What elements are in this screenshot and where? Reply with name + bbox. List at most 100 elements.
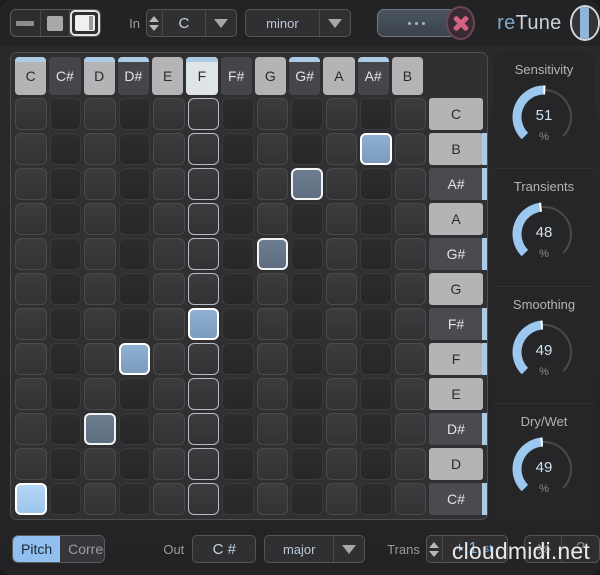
- column-header-Fsharp[interactable]: F#: [221, 57, 252, 95]
- grid-cell[interactable]: [291, 413, 323, 445]
- grid-cell[interactable]: [188, 203, 220, 235]
- grid-cell[interactable]: [257, 133, 289, 165]
- column-header-C[interactable]: C: [15, 57, 46, 95]
- grid-cell[interactable]: [326, 413, 358, 445]
- grid-cell[interactable]: [50, 203, 82, 235]
- grid-cell[interactable]: [119, 98, 151, 130]
- grid-cell[interactable]: [188, 343, 220, 375]
- grid-cell[interactable]: [257, 238, 289, 270]
- grid-cell[interactable]: [188, 238, 220, 270]
- grid-cell[interactable]: [291, 343, 323, 375]
- split-view-button[interactable]: [70, 10, 100, 36]
- grid-cell[interactable]: [15, 203, 47, 235]
- grid-cell[interactable]: [15, 133, 47, 165]
- chevron-down-icon[interactable]: [328, 19, 342, 28]
- grid-cell[interactable]: [50, 483, 82, 515]
- row-label-G[interactable]: G: [429, 273, 483, 305]
- grid-cell[interactable]: [222, 203, 254, 235]
- grid-cell[interactable]: [326, 273, 358, 305]
- row-label-D[interactable]: D: [429, 448, 483, 480]
- row-label-Dsharp[interactable]: D#: [429, 413, 483, 445]
- grid-cell[interactable]: [257, 483, 289, 515]
- grid-cell[interactable]: [119, 448, 151, 480]
- grid-cell[interactable]: [222, 378, 254, 410]
- grid-cell[interactable]: [395, 168, 427, 200]
- grid-cell[interactable]: [291, 98, 323, 130]
- grid-cell[interactable]: [84, 98, 116, 130]
- chevron-down-icon[interactable]: [214, 19, 228, 28]
- correct-segment[interactable]: Correct: [60, 536, 105, 562]
- column-header-Asharp[interactable]: A#: [358, 57, 389, 95]
- knob-smoothing[interactable]: 49%: [508, 316, 580, 388]
- grid-cell[interactable]: [119, 273, 151, 305]
- grid-cell[interactable]: [15, 343, 47, 375]
- grid-cell[interactable]: [50, 378, 82, 410]
- grid-cell[interactable]: [257, 203, 289, 235]
- grid-cell[interactable]: [84, 378, 116, 410]
- row-label-C[interactable]: C: [429, 98, 483, 130]
- row-label-Gsharp[interactable]: G#: [429, 238, 483, 270]
- grid-cell[interactable]: [257, 343, 289, 375]
- grid-cell[interactable]: [84, 203, 116, 235]
- row-label-Fsharp[interactable]: F#: [429, 308, 483, 340]
- grid-cell[interactable]: [15, 273, 47, 305]
- grid-cell[interactable]: [84, 448, 116, 480]
- grid-cell[interactable]: [222, 98, 254, 130]
- grid-cell[interactable]: [291, 483, 323, 515]
- column-header-E[interactable]: E: [152, 57, 183, 95]
- out-scale-selector[interactable]: major: [264, 535, 365, 563]
- grid-cell[interactable]: [119, 308, 151, 340]
- grid-cell[interactable]: [50, 98, 82, 130]
- row-label-A[interactable]: A: [429, 203, 483, 235]
- grid-cell[interactable]: [119, 378, 151, 410]
- grid-cell[interactable]: [326, 168, 358, 200]
- grid-cell[interactable]: [360, 273, 392, 305]
- grid-cell[interactable]: [15, 378, 47, 410]
- grid-cell[interactable]: [153, 483, 185, 515]
- grid-cell[interactable]: [84, 133, 116, 165]
- column-header-F[interactable]: F: [186, 57, 217, 95]
- row-label-B[interactable]: B: [429, 133, 483, 165]
- grid-cell[interactable]: [222, 343, 254, 375]
- grid-cell[interactable]: [326, 98, 358, 130]
- grid-cell[interactable]: [326, 238, 358, 270]
- grid-cell[interactable]: [360, 413, 392, 445]
- grid-cell[interactable]: [257, 168, 289, 200]
- row-label-F[interactable]: F: [429, 343, 483, 375]
- grid-cell[interactable]: [15, 413, 47, 445]
- grid-cell[interactable]: [291, 168, 323, 200]
- grid-cell[interactable]: [119, 133, 151, 165]
- grid-cell[interactable]: [326, 308, 358, 340]
- grid-cell[interactable]: [395, 448, 427, 480]
- row-label-Asharp[interactable]: A#: [429, 168, 483, 200]
- grid-cell[interactable]: [360, 238, 392, 270]
- grid-cell[interactable]: [395, 308, 427, 340]
- grid-cell[interactable]: [222, 413, 254, 445]
- column-header-D[interactable]: D: [84, 57, 115, 95]
- grid-cell[interactable]: [50, 343, 82, 375]
- grid-cell[interactable]: [360, 308, 392, 340]
- grid-cell[interactable]: [222, 273, 254, 305]
- grid-cell[interactable]: [119, 413, 151, 445]
- grid-cell[interactable]: [222, 133, 254, 165]
- knob-sensitivity[interactable]: 51%: [508, 81, 580, 153]
- grid-cell[interactable]: [153, 98, 185, 130]
- grid-cell[interactable]: [360, 448, 392, 480]
- grid-cell[interactable]: [291, 133, 323, 165]
- pitch-correct-toggle[interactable]: Pitch Correct: [12, 535, 105, 563]
- grid-cell[interactable]: [395, 273, 427, 305]
- grid-cell[interactable]: [222, 168, 254, 200]
- column-header-G[interactable]: G: [255, 57, 286, 95]
- grid-cell[interactable]: [360, 133, 392, 165]
- grid-cell[interactable]: [291, 273, 323, 305]
- grid-cell[interactable]: [84, 343, 116, 375]
- grid-cell[interactable]: [222, 308, 254, 340]
- grid-cell[interactable]: [222, 483, 254, 515]
- column-header-Csharp[interactable]: C#: [49, 57, 80, 95]
- transpose-stepper[interactable]: [429, 537, 443, 561]
- pitch-segment[interactable]: Pitch: [13, 536, 60, 562]
- grid-cell[interactable]: [395, 238, 427, 270]
- grid-cell[interactable]: [222, 238, 254, 270]
- grid-cell[interactable]: [291, 308, 323, 340]
- grid-cell[interactable]: [188, 273, 220, 305]
